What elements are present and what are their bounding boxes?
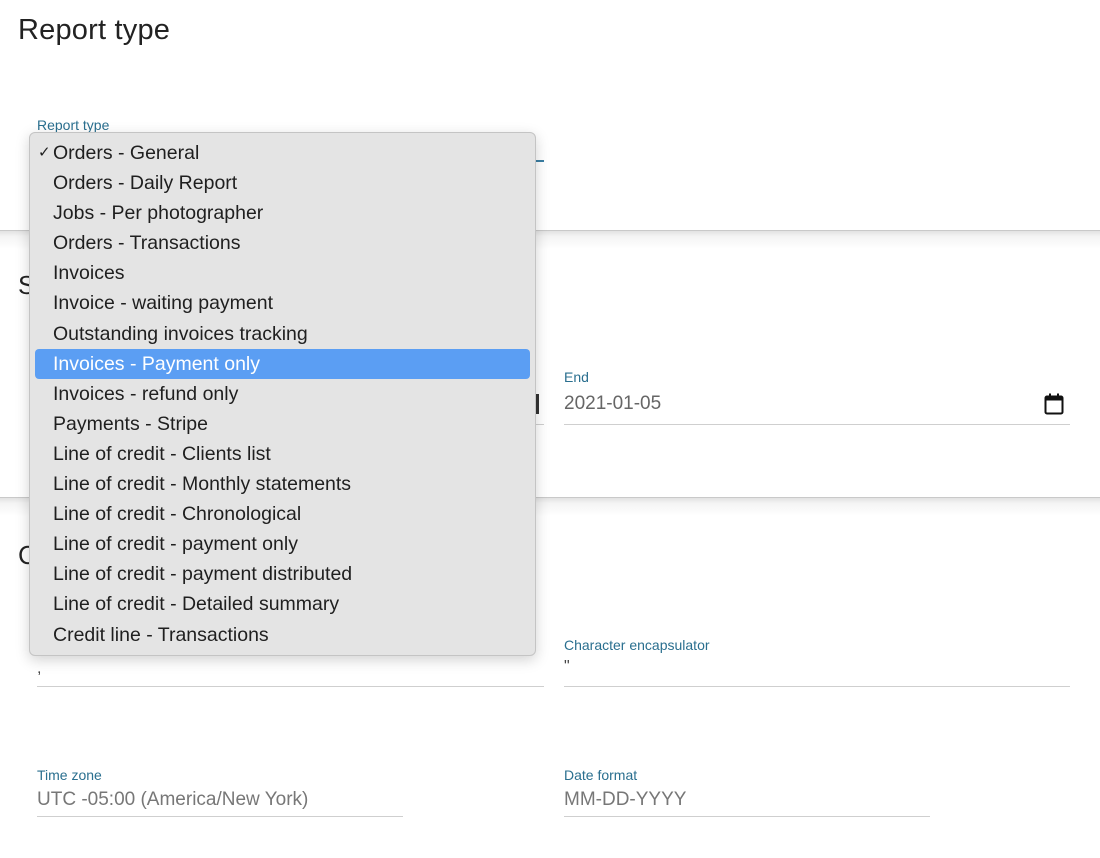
start-date-calendar-icon[interactable] — [536, 394, 539, 414]
encapsulator-underline — [564, 686, 1070, 687]
date-format-label: Date format — [564, 767, 638, 783]
dropdown-option-highlighted[interactable]: Invoices - Payment only — [35, 348, 530, 379]
dropdown-option[interactable]: Credit line - Transactions — [35, 620, 530, 650]
dropdown-option[interactable]: Line of credit - Detailed summary — [35, 589, 530, 619]
dropdown-option[interactable]: Outstanding invoices tracking — [35, 319, 530, 349]
date-format-input[interactable]: MM-DD-YYYY — [564, 789, 686, 811]
dropdown-option[interactable]: Invoice - waiting payment — [35, 288, 530, 318]
dropdown-option[interactable]: Payments - Stripe — [35, 409, 530, 439]
report-type-dropdown[interactable]: ✓ Orders - General Orders - Daily Report … — [29, 132, 536, 656]
dropdown-option[interactable]: Line of credit - Chronological — [35, 499, 530, 529]
dropdown-option[interactable]: Jobs - Per photographer — [35, 198, 530, 228]
separator-input[interactable]: , — [37, 660, 41, 678]
dropdown-option[interactable]: Orders - Transactions — [35, 228, 530, 258]
dropdown-option[interactable]: Line of credit - Monthly statements — [35, 469, 530, 499]
dropdown-option[interactable]: Line of credit - payment only — [35, 529, 530, 559]
dropdown-option[interactable]: Line of credit - payment distributed — [35, 559, 530, 589]
time-zone-input[interactable]: UTC -05:00 (America/New York) — [37, 789, 308, 811]
end-date-input[interactable]: 2021-01-05 — [564, 393, 661, 415]
report-page: Report type Report type S End 2021-01-05… — [0, 0, 1100, 858]
dropdown-option[interactable]: Orders - Daily Report — [35, 168, 530, 198]
calendar-icon[interactable] — [1044, 393, 1064, 415]
dropdown-option[interactable]: Line of credit - Clients list — [35, 439, 530, 469]
dropdown-option[interactable]: ✓ Orders - General — [35, 138, 530, 168]
page-title: Report type — [18, 14, 171, 46]
dropdown-option[interactable]: Invoices — [35, 258, 530, 288]
separator-underline — [37, 686, 544, 687]
checkmark-icon: ✓ — [38, 144, 51, 161]
end-date-label: End — [564, 369, 589, 385]
encapsulator-label: Character encapsulator — [564, 637, 710, 653]
report-type-label: Report type — [37, 117, 110, 133]
end-date-underline — [564, 424, 1070, 425]
encapsulator-input[interactable]: " — [564, 658, 570, 676]
time-zone-label: Time zone — [37, 767, 102, 783]
dropdown-option[interactable]: Invoices - refund only — [35, 379, 530, 409]
time-zone-underline — [37, 816, 403, 817]
date-format-underline — [564, 816, 930, 817]
